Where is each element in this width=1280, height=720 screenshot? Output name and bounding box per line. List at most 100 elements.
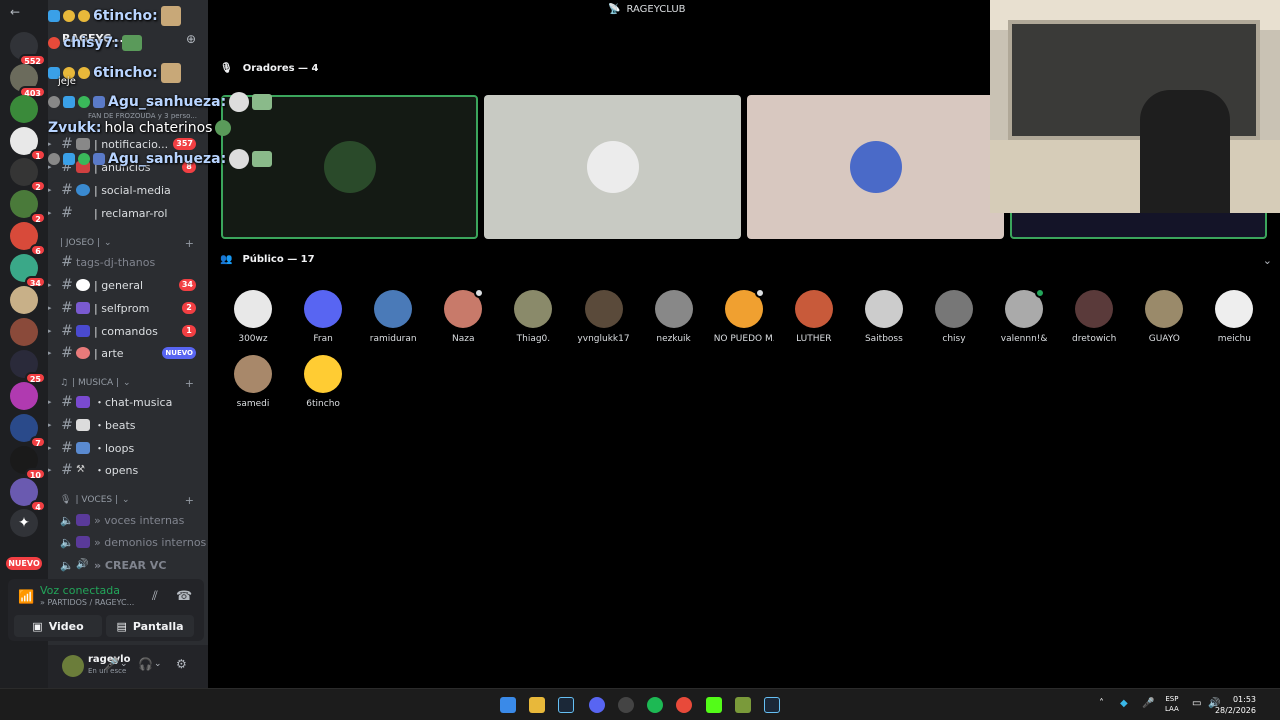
chevron-down-icon[interactable]: ⌄ <box>154 659 162 669</box>
server-icon[interactable]: 6 <box>10 222 46 256</box>
add-channel-icon[interactable]: + <box>185 494 194 507</box>
audience-name: valennn!& <box>1000 334 1048 344</box>
gear-icon[interactable]: ⚙ <box>176 657 187 671</box>
server-icon[interactable]: 403 <box>10 64 46 98</box>
channel-item[interactable]: # tags-dj-thanos <box>48 252 208 272</box>
channel-item[interactable]: ▸ # | arte NUEVO <box>48 343 208 363</box>
audience-name: samedi <box>236 399 270 409</box>
audience-member[interactable]: meichu <box>1204 290 1264 344</box>
voice-channel-item[interactable]: 🔈 » demonios internos <box>48 532 208 552</box>
server-icon[interactable]: 10 <box>10 446 46 480</box>
category-header[interactable]: ♫ | MUSICA | ⌄ + <box>60 376 200 390</box>
screen-share-button[interactable]: ▤ Pantalla <box>106 615 194 637</box>
noise-suppression-icon[interactable]: ⫽ <box>152 589 158 604</box>
add-channel-icon[interactable]: + <box>185 377 194 390</box>
chevron-down-icon[interactable]: ⌄ <box>1263 254 1272 267</box>
audience-member[interactable]: nezkuik <box>644 290 704 344</box>
channel-item[interactable]: ▸ # | general 34 <box>48 275 208 295</box>
server-icon[interactable]: 2 <box>10 158 46 192</box>
server-icon[interactable] <box>10 286 38 314</box>
voice-channel-item[interactable]: 🔈 🔊 » CREAR VC <box>48 555 208 575</box>
chevron-up-icon[interactable]: ˄ <box>1099 698 1104 709</box>
badge-icon <box>93 96 105 108</box>
audience-member[interactable]: yvnglukk17 <box>574 290 634 344</box>
shield-icon[interactable]: ◆ <box>1120 698 1128 709</box>
badge-icon <box>48 96 60 108</box>
server-icon[interactable] <box>10 318 38 346</box>
speaker-tile[interactable] <box>484 95 741 239</box>
audience-member[interactable]: NO PUEDO M... <box>714 288 774 344</box>
channel-item[interactable]: ▸ # ・loops <box>48 438 208 458</box>
audience-member[interactable]: 6tincho <box>293 355 353 409</box>
audience-member[interactable]: GUAYO <box>1134 290 1194 344</box>
server-icon[interactable]: 1 <box>10 127 46 161</box>
language-indicator[interactable]: ESP LAA <box>1165 694 1179 714</box>
file-explorer-icon[interactable] <box>529 697 545 713</box>
globe-icon <box>76 184 90 196</box>
audience-member[interactable]: LUTHER <box>784 290 844 344</box>
chat-message: jeje <box>58 76 76 87</box>
piano-icon <box>76 419 90 431</box>
microphone-icon[interactable]: 🎤 <box>104 657 119 671</box>
avatar[interactable] <box>62 655 84 677</box>
video-button[interactable]: ▣ Video <box>14 615 102 637</box>
audience-member[interactable]: Saitboss <box>854 290 914 344</box>
disconnect-icon[interactable]: ☎ <box>176 589 192 604</box>
voice-status-title[interactable]: Voz conectada <box>40 584 120 597</box>
audience-member[interactable]: samedi <box>223 355 283 409</box>
spotify-icon[interactable] <box>647 697 663 713</box>
chrome-icon[interactable] <box>676 697 692 713</box>
chat-message: chisy7: <box>48 35 142 51</box>
server-icon[interactable]: 4 <box>10 478 46 512</box>
server-icon[interactable]: 7 <box>10 414 46 448</box>
audience-name: LUTHER <box>796 334 832 344</box>
channel-item[interactable]: ▸ # | reclamar-rol <box>48 203 208 223</box>
user-panel: rageylo En un esce 🎤 ⌄ 🎧 ⌄ ⚙ <box>48 645 208 688</box>
back-arrow-icon[interactable]: ← <box>10 5 20 19</box>
audience-member[interactable]: ramiduran <box>363 290 423 344</box>
microphone-icon[interactable]: 🎤 <box>1142 698 1154 709</box>
audience-member[interactable]: chisy <box>924 290 984 344</box>
audience-name: Saitboss <box>864 334 903 344</box>
server-icon[interactable]: 25 <box>10 350 46 384</box>
windows-start-icon[interactable] <box>500 697 516 713</box>
server-icon[interactable] <box>10 95 38 123</box>
chevron-down-icon[interactable]: ⌄ <box>120 659 128 669</box>
category-header[interactable]: | JOSEO | ⌄ + <box>60 236 200 250</box>
audience-member[interactable]: dretowich <box>1064 290 1124 344</box>
channel-item[interactable]: ▸ # | selfprom 2 <box>48 298 208 318</box>
headphones-icon[interactable]: 🎧 <box>138 657 153 671</box>
category-header[interactable]: 🎙 | VOCES | ⌄ + <box>60 493 200 507</box>
chat-username: Zvukk: <box>48 120 102 136</box>
channel-item[interactable]: ▸ # ・beats <box>48 415 208 435</box>
audience-member[interactable]: Naza <box>433 288 493 344</box>
server-icon[interactable] <box>10 382 38 410</box>
clock-time: 01:53 <box>1232 695 1256 704</box>
voice-channel-item[interactable]: 🔈 » voces internas <box>48 510 208 530</box>
discover-icon[interactable]: ✦ <box>10 509 38 537</box>
speaker-tile[interactable] <box>747 95 1004 239</box>
kick-icon[interactable] <box>706 697 722 713</box>
add-member-icon[interactable]: ⊕ <box>186 32 196 46</box>
steam-icon[interactable] <box>558 697 574 713</box>
audience-member[interactable]: valennn!& <box>994 288 1054 344</box>
audience-member[interactable]: 300wz <box>223 290 283 344</box>
server-icon[interactable]: 34 <box>10 254 46 288</box>
channel-item[interactable]: ▸ # | social-media <box>48 180 208 200</box>
server-icon[interactable]: 2 <box>10 190 46 224</box>
add-channel-icon[interactable]: + <box>185 237 194 250</box>
audience-member[interactable]: Thiag0. <box>503 290 563 344</box>
discord-icon[interactable] <box>589 697 605 713</box>
clock[interactable]: 01:53 28/2/2026 <box>1215 694 1256 716</box>
obs-icon[interactable] <box>618 697 634 713</box>
voice-connection-panel: 📶 Voz conectada » PARTIDOS / RAGEYC... ⫽… <box>8 579 204 641</box>
channel-item[interactable]: ▸ # | comandos 1 <box>48 321 208 341</box>
minecraft-icon[interactable] <box>735 697 751 713</box>
channel-item[interactable]: ▸ # ・chat-musica <box>48 392 208 412</box>
steam-icon[interactable] <box>764 697 780 713</box>
channel-item[interactable]: ▸ # ⚒ ・opens <box>48 460 208 480</box>
dm-home-button[interactable]: 552 <box>10 32 46 66</box>
voice-channel-name[interactable]: » PARTIDOS / RAGEYC... <box>40 598 134 607</box>
audience-member[interactable]: Fran <box>293 290 353 344</box>
network-icon[interactable]: ▭ <box>1192 698 1201 709</box>
